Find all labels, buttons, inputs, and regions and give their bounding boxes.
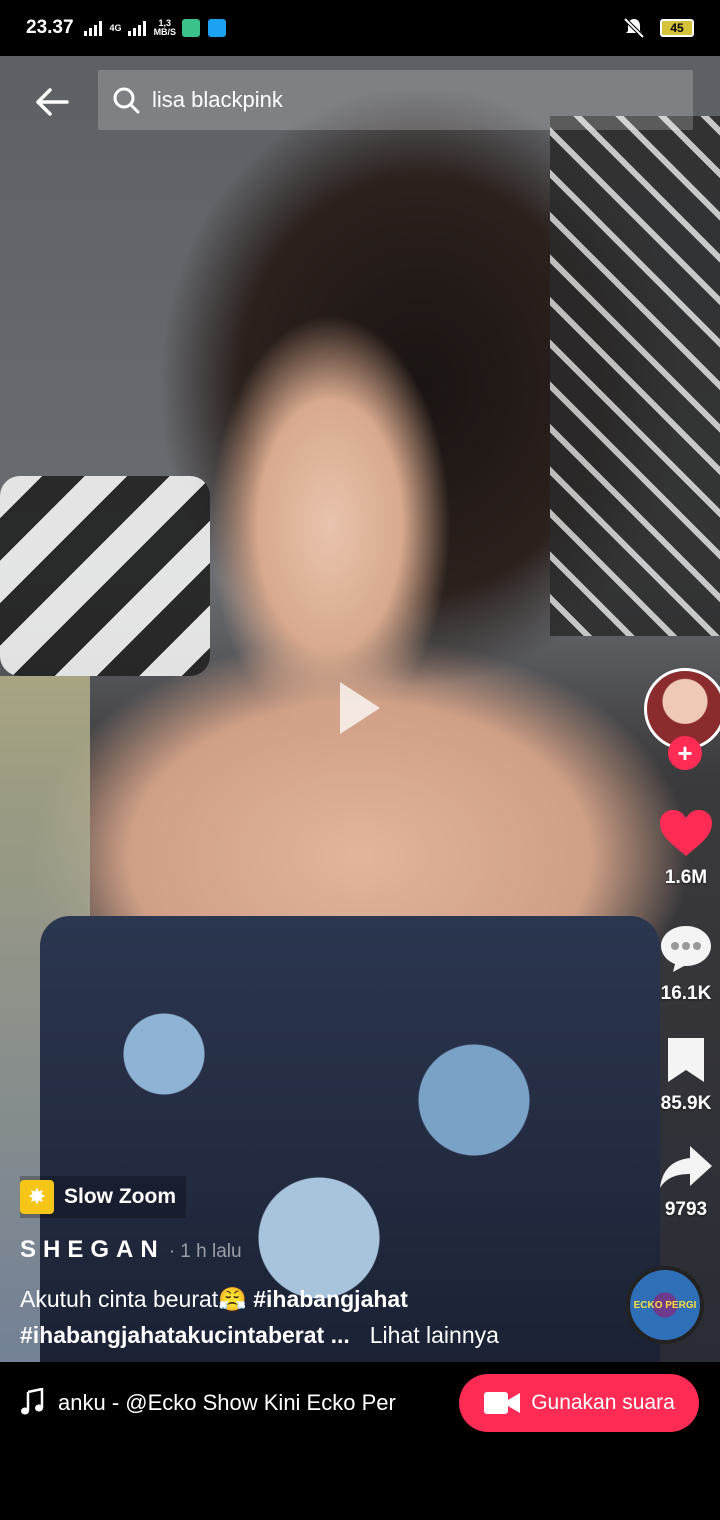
sound-bar: anku - @Ecko Show Kini Ecko Per Gunakan … [0, 1362, 720, 1442]
network-label: 4G [109, 22, 122, 33]
music-disc-label: ECKO PERGI [633, 1299, 697, 1311]
comment-icon [661, 926, 711, 972]
heart-icon [660, 810, 712, 856]
play-icon[interactable] [336, 678, 384, 738]
twitter-icon [208, 19, 227, 37]
background-pillow [550, 116, 720, 636]
search-query[interactable]: lisa blackpink [152, 87, 283, 113]
sound-title-marquee[interactable]: anku - @Ecko Show Kini Ecko Per [58, 1390, 430, 1416]
comment-button[interactable]: 16.1K [646, 924, 720, 1005]
music-note-icon [21, 1388, 44, 1415]
signal-icon [127, 20, 146, 36]
author-name[interactable]: SHEGAN [20, 1236, 165, 1264]
app-notification-icon [182, 19, 201, 37]
video-camera-icon [484, 1392, 521, 1414]
status-time: 23.37 [26, 17, 74, 38]
signal-icon [83, 20, 102, 36]
effect-tag[interactable]: ✸ Slow Zoom [20, 1176, 186, 1218]
back-arrow-icon [36, 88, 69, 116]
sparkle-icon: ✸ [20, 1180, 54, 1214]
use-sound-label: Gunakan suara [531, 1391, 675, 1414]
comment-count: 16.1K [660, 983, 712, 1004]
network-speed: 1,3 MB/S [153, 18, 177, 37]
background-pillow [0, 476, 210, 676]
mute-icon [623, 17, 645, 39]
caption-line-2: #ihabangjahatakucintaberat ... Lihat lai… [20, 1322, 710, 1349]
save-count: 85.9K [660, 1093, 712, 1114]
hashtag-link[interactable]: #ihabangjahat [253, 1286, 408, 1312]
caption-text: Akutuh cinta beurat😤 [20, 1286, 254, 1312]
like-button[interactable]: 1.6M [646, 808, 720, 889]
status-bar: 23.37 4G 1,3 MB/S 45 [0, 0, 720, 56]
post-time: · 1 h lalu [168, 1241, 242, 1262]
follow-button[interactable]: + [668, 736, 702, 770]
see-more-link[interactable]: Lihat lainnya [370, 1322, 499, 1349]
author-row: SHEGAN · 1 h lalu [20, 1236, 242, 1264]
caption-line-1: Akutuh cinta beurat😤 #ihabangjahat [20, 1286, 408, 1313]
share-button[interactable]: 9793 [646, 1144, 720, 1221]
share-count: 9793 [664, 1199, 708, 1220]
use-sound-button[interactable]: Gunakan suara [459, 1374, 699, 1432]
battery-icon: 45 [660, 19, 694, 37]
share-arrow-icon [660, 1146, 712, 1188]
save-button[interactable]: 85.9K [646, 1036, 720, 1115]
search-bar[interactable]: lisa blackpink [98, 70, 693, 130]
effect-label: Slow Zoom [64, 1185, 176, 1208]
system-nav-area [0, 1442, 720, 1520]
back-button[interactable] [30, 80, 74, 124]
search-icon [113, 87, 140, 114]
like-count: 1.6M [664, 867, 708, 888]
bookmark-icon [668, 1038, 704, 1082]
hashtag-link[interactable]: #ihabangjahatakucintaberat ... [20, 1322, 350, 1349]
